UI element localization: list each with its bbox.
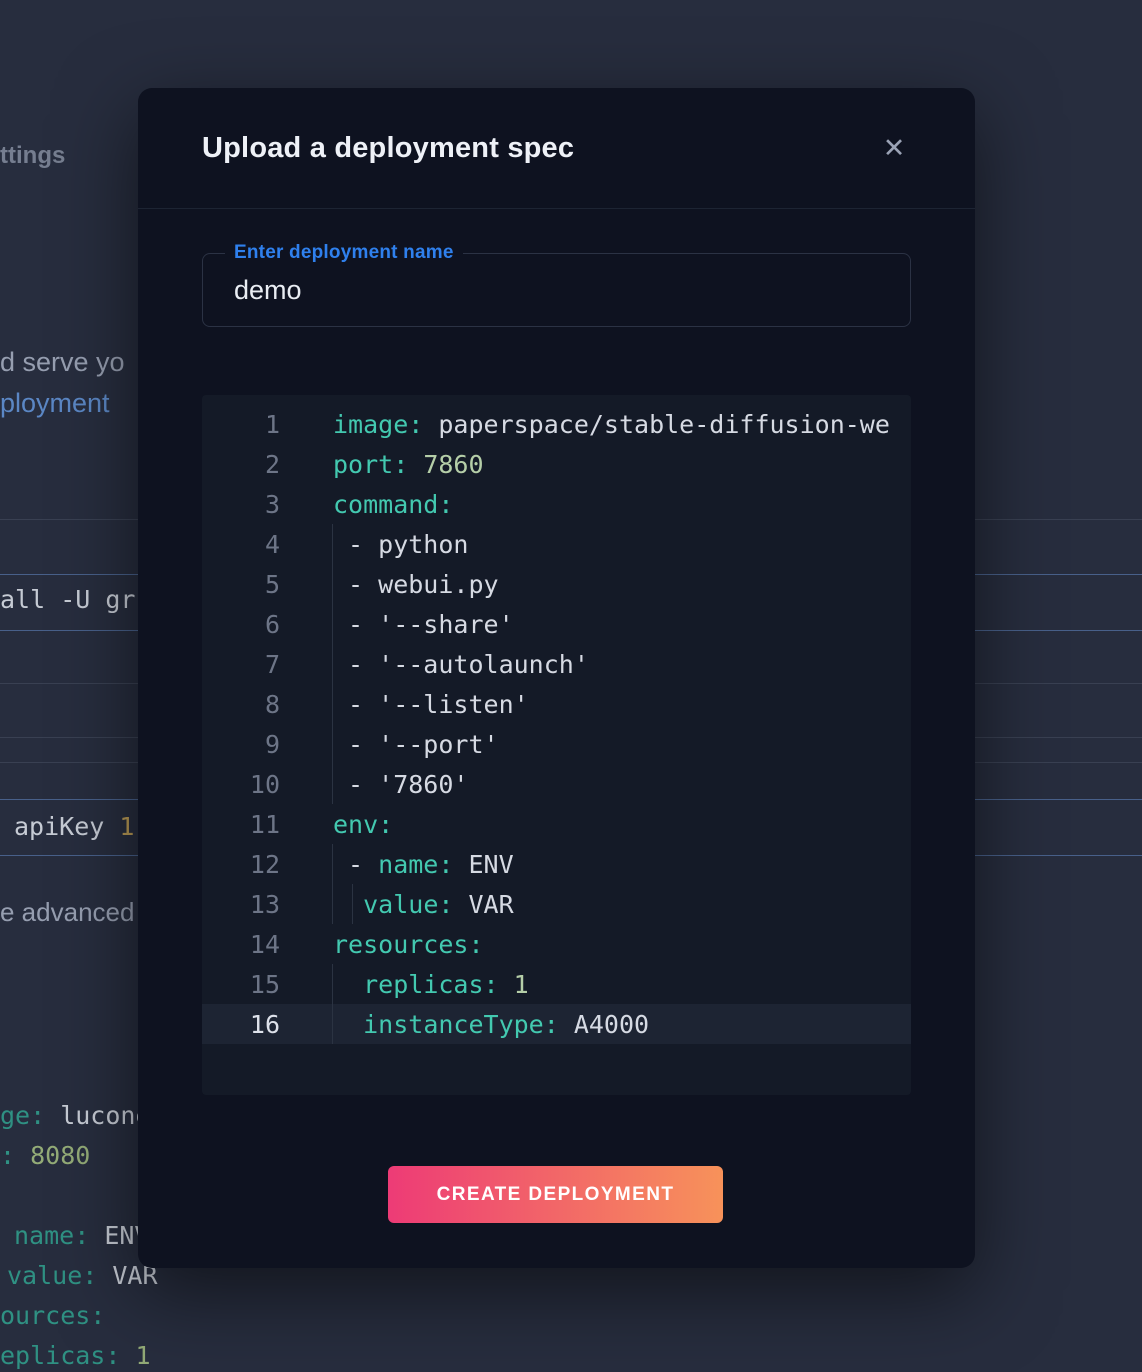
line-number: 2 [202,450,280,479]
code-line[interactable]: 11env: [202,804,911,844]
upload-deployment-modal: Upload a deployment spec ✕ Enter deploym… [138,88,975,1268]
indent-guide [332,564,333,604]
deployment-name-field: Enter deployment name [202,253,911,327]
code-editor[interactable]: 1image: paperspace/stable-diffusion-we2p… [202,395,911,1095]
code-fragment: ources: [0,1301,105,1330]
code-text: port: 7860 [280,450,484,479]
indent-guide [352,884,353,924]
indent-guide [332,764,333,804]
line-number: 9 [202,730,280,759]
code-text: command: [280,490,453,519]
code-fragment: apiKey 1 [14,812,134,841]
line-number: 4 [202,530,280,559]
line-number: 16 [202,1010,280,1039]
body-text-fragment: d serve yo [0,347,125,378]
indent-guide [332,884,333,924]
code-fragment: : 8080 [0,1141,90,1170]
code-line[interactable]: 14resources: [202,924,911,964]
code-text: - python [280,530,468,559]
code-text: replicas: 1 [280,970,529,999]
code-fragment: all -U gr [0,585,135,614]
line-number: 14 [202,930,280,959]
code-line[interactable]: 3command: [202,484,911,524]
code-text: - '--listen' [280,690,529,719]
indent-guide [332,644,333,684]
code-line[interactable]: 2port: 7860 [202,444,911,484]
code-fragment: ge: lucone [0,1101,151,1130]
code-text: - webui.py [280,570,499,599]
line-number: 12 [202,850,280,879]
link-text-fragment: ployment [0,388,110,419]
code-fragment: eplicas: 1 [0,1341,151,1370]
code-text: env: [280,810,393,839]
modal-header: Upload a deployment spec ✕ [138,88,975,209]
close-icon[interactable]: ✕ [877,131,911,165]
code-line[interactable]: 1image: paperspace/stable-diffusion-we [202,404,911,444]
line-number: 1 [202,410,280,439]
code-line[interactable]: 9 - '--port' [202,724,911,764]
body-text-fragment: e advanced [0,897,134,928]
code-line[interactable]: 16 instanceType: A4000 [202,1004,911,1044]
code-line[interactable]: 7 - '--autolaunch' [202,644,911,684]
screen: ttings d serve yo ployment all -U gr apiKey … [0,0,1142,1372]
code-line[interactable]: 10 - '7860' [202,764,911,804]
code-editor-lines: 1image: paperspace/stable-diffusion-we2p… [202,404,911,1044]
line-number: 13 [202,890,280,919]
line-number: 3 [202,490,280,519]
settings-tab-fragment: ttings [0,142,65,170]
code-text: - '--autolaunch' [280,650,589,679]
code-line[interactable]: 4 - python [202,524,911,564]
line-number: 8 [202,690,280,719]
code-fragment: name: ENV [14,1221,149,1250]
line-number: 6 [202,610,280,639]
indent-guide [332,1004,333,1044]
code-text: - '7860' [280,770,468,799]
indent-guide [332,604,333,644]
code-text: - name: ENV [280,850,514,879]
line-number: 5 [202,570,280,599]
line-number: 11 [202,810,280,839]
code-text: - '--share' [280,610,514,639]
code-line[interactable]: 6 - '--share' [202,604,911,644]
indent-guide [332,964,333,1004]
code-text: resources: [280,930,484,959]
line-number: 7 [202,650,280,679]
indent-guide [332,684,333,724]
code-line[interactable]: 12 - name: ENV [202,844,911,884]
line-number: 10 [202,770,280,799]
indent-guide [332,724,333,764]
code-line[interactable]: 8 - '--listen' [202,684,911,724]
code-text: - '--port' [280,730,499,759]
code-text: image: paperspace/stable-diffusion-we [280,410,890,439]
code-line[interactable]: 13 value: VAR [202,884,911,924]
create-deployment-button[interactable]: CREATE DEPLOYMENT [388,1166,723,1223]
code-line[interactable]: 5 - webui.py [202,564,911,604]
code-text: value: VAR [280,890,514,919]
deployment-name-input[interactable] [203,254,910,326]
code-line[interactable]: 15 replicas: 1 [202,964,911,1004]
code-text: instanceType: A4000 [280,1010,649,1039]
modal-title: Upload a deployment spec [202,132,574,165]
code-fragment: value: VAR [7,1261,158,1290]
indent-guide [332,844,333,884]
deployment-name-label: Enter deployment name [225,242,463,264]
line-number: 15 [202,970,280,999]
indent-guide [332,524,333,564]
